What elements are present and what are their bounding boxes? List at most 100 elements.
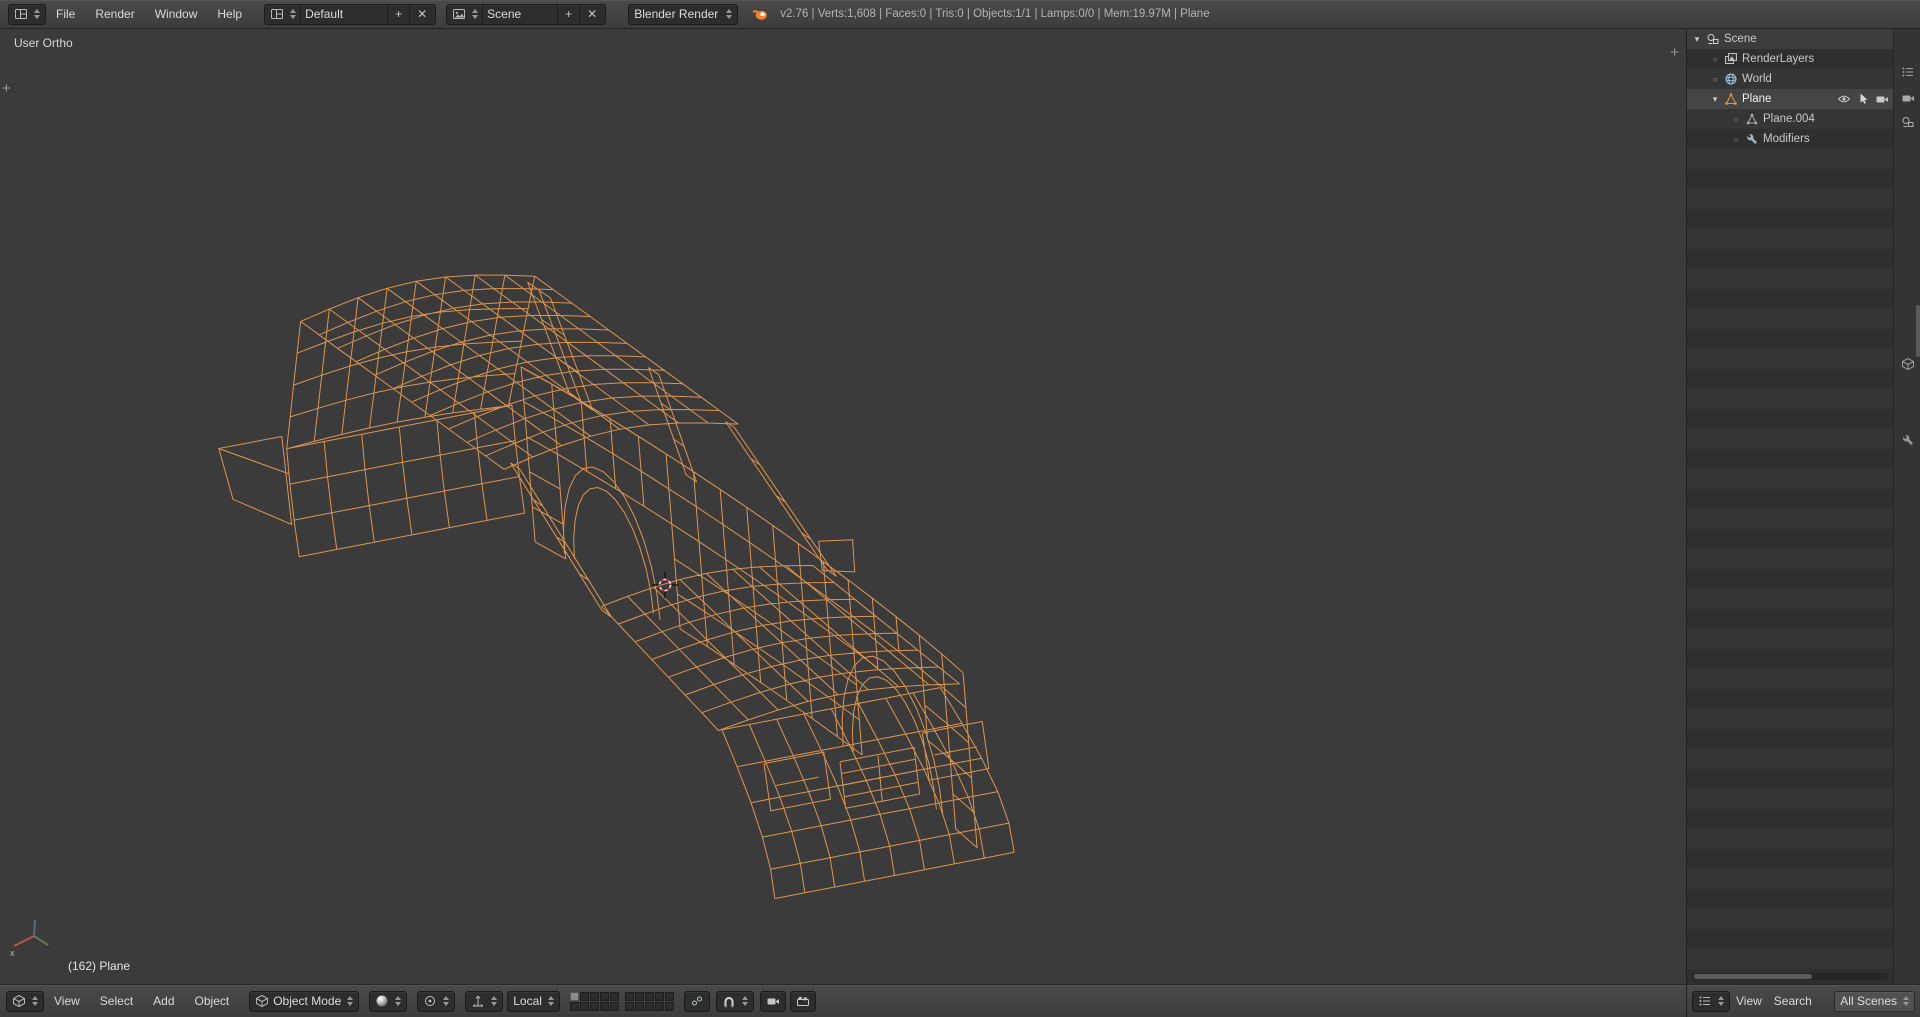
menu-outliner-search[interactable]: Search: [1768, 994, 1818, 1008]
mesh-object-icon: [1724, 92, 1738, 106]
expand-dot-icon[interactable]: ○: [1710, 75, 1720, 84]
menu-view[interactable]: View: [44, 994, 90, 1008]
screen-layout-name[interactable]: Default: [305, 7, 383, 21]
menu-window[interactable]: Window: [145, 7, 208, 21]
menu-outliner-view[interactable]: View: [1730, 994, 1768, 1008]
outliner-row-world[interactable]: ○ World: [1687, 69, 1893, 89]
outliner-header: View Search All Scenes: [1686, 984, 1920, 1017]
manipulate-centers-toggle[interactable]: [684, 991, 710, 1012]
expand-dot-icon[interactable]: ○: [1710, 55, 1720, 64]
layer-toggle[interactable]: [610, 1002, 619, 1011]
layer-toggle[interactable]: [625, 1002, 634, 1011]
outliner-label: Plane: [1742, 93, 1771, 105]
updown-arrows-icon: [491, 996, 497, 1006]
modifiers-wrench-icon: [1745, 132, 1759, 146]
updown-arrows-icon: [395, 996, 401, 1006]
layer-toggle[interactable]: [655, 1002, 664, 1011]
viewport-shading-selector[interactable]: [369, 991, 407, 1012]
restrict-view-eye-icon[interactable]: [1837, 92, 1851, 106]
add-layout-button[interactable]: +: [392, 7, 405, 21]
outliner-row-modifiers[interactable]: ○ Modifiers: [1687, 129, 1893, 149]
vertical-scrollbar[interactable]: [1916, 305, 1920, 357]
layer-toggle[interactable]: [610, 992, 619, 1001]
outliner-horizontal-scrollbar[interactable]: [1692, 973, 1888, 980]
layer-toggle[interactable]: [600, 1002, 609, 1011]
scrollbar-thumb[interactable]: [1694, 974, 1812, 979]
outliner-row-renderlayers[interactable]: ○ RenderLayers: [1687, 49, 1893, 69]
restrict-render-camera-icon[interactable]: [1875, 92, 1889, 106]
layer-toggle[interactable]: [590, 992, 599, 1001]
scene-selector[interactable]: Scene + ✕: [446, 4, 606, 25]
strip-wrench-icon[interactable]: [1901, 433, 1915, 447]
manipulator-toggle[interactable]: [465, 991, 503, 1012]
add-scene-button[interactable]: +: [562, 7, 575, 21]
mode-name: Object Mode: [273, 994, 341, 1008]
render-camera-icon: [766, 994, 780, 1008]
layer-toggle[interactable]: [580, 992, 589, 1001]
layer-toggle[interactable]: [590, 1002, 599, 1011]
divider: [482, 5, 483, 24]
restrict-select-cursor-icon[interactable]: [1856, 92, 1870, 106]
layer-toggle[interactable]: [665, 1002, 674, 1011]
outliner-tree[interactable]: ▾ Scene ○ RenderLayers ○ World ▾ Plane ○: [1687, 29, 1893, 984]
close-layout-button[interactable]: ✕: [414, 7, 430, 21]
region-expand-icon[interactable]: +: [1670, 47, 1679, 59]
expand-dot-icon[interactable]: ○: [1731, 135, 1741, 144]
render-animation-icon: [796, 994, 810, 1008]
opengl-render-anim-button[interactable]: [790, 991, 816, 1012]
layer-toggle[interactable]: [570, 992, 579, 1001]
layer-toggle[interactable]: [570, 1002, 579, 1011]
menu-render[interactable]: Render: [85, 7, 144, 21]
mode-selector[interactable]: Object Mode: [249, 991, 359, 1012]
updown-arrows-icon: [443, 996, 449, 1006]
menu-select[interactable]: Select: [90, 994, 143, 1008]
screen-layout-selector[interactable]: Default + ✕: [264, 4, 436, 25]
editor-type-button[interactable]: [1692, 991, 1730, 1012]
layer-toggle[interactable]: [645, 1002, 654, 1011]
disclosure-icon[interactable]: ▾: [1710, 94, 1720, 105]
disclosure-icon[interactable]: ▾: [1692, 34, 1702, 45]
scene-icon: [1706, 32, 1720, 46]
orientation-name: Local: [513, 994, 542, 1008]
viewport-3d[interactable]: User Ortho + + x (162) Plane: [0, 29, 1686, 984]
editor-type-button[interactable]: [8, 4, 46, 25]
layer-toggle[interactable]: [635, 992, 644, 1001]
layers-group-1: [570, 992, 619, 1011]
outliner-display-mode[interactable]: All Scenes: [1834, 991, 1915, 1012]
layer-toggle[interactable]: [645, 992, 654, 1001]
render-engine-selector[interactable]: Blender Render: [628, 4, 738, 25]
scene-statistics: v2.76 | Verts:1,608 | Faces:0 | Tris:0 |…: [780, 8, 1209, 20]
layer-toggle[interactable]: [635, 1002, 644, 1011]
orientation-selector[interactable]: Local: [507, 991, 560, 1012]
pivot-center-selector[interactable]: [417, 991, 455, 1012]
updown-arrows-icon: [32, 996, 38, 1006]
layer-toggle[interactable]: [655, 992, 664, 1001]
menu-add[interactable]: Add: [143, 994, 184, 1008]
menu-help[interactable]: Help: [207, 7, 252, 21]
editor-type-button[interactable]: [6, 991, 44, 1012]
menu-object[interactable]: Object: [185, 994, 240, 1008]
snap-selector[interactable]: [716, 991, 754, 1012]
outliner-row-scene[interactable]: ▾ Scene: [1687, 29, 1893, 49]
close-scene-button[interactable]: ✕: [584, 7, 600, 21]
outliner-row-plane[interactable]: ▾ Plane: [1687, 89, 1893, 109]
layer-toggle[interactable]: [665, 992, 674, 1001]
properties-icon-strip[interactable]: [1893, 29, 1920, 984]
toolbar-expand-icon[interactable]: +: [2, 83, 11, 95]
outliner-row-plane004[interactable]: ○ Plane.004: [1687, 109, 1893, 129]
strip-list-icon[interactable]: [1901, 65, 1915, 79]
view-orientation-label: User Ortho: [14, 36, 73, 50]
expand-dot-icon[interactable]: ○: [1731, 115, 1741, 124]
divider: [387, 5, 388, 24]
scene-name[interactable]: Scene: [487, 7, 553, 21]
divider: [557, 5, 558, 24]
layer-toggle[interactable]: [580, 1002, 589, 1011]
strip-camera-icon[interactable]: [1901, 91, 1915, 105]
menu-file[interactable]: File: [46, 7, 85, 21]
strip-scene-icon[interactable]: [1901, 115, 1915, 129]
opengl-render-button[interactable]: [760, 991, 786, 1012]
layer-toggle[interactable]: [600, 992, 609, 1001]
strip-object-icon[interactable]: [1901, 357, 1915, 371]
car-wireframe-mesh[interactable]: [0, 29, 1686, 984]
layer-toggle[interactable]: [625, 992, 634, 1001]
